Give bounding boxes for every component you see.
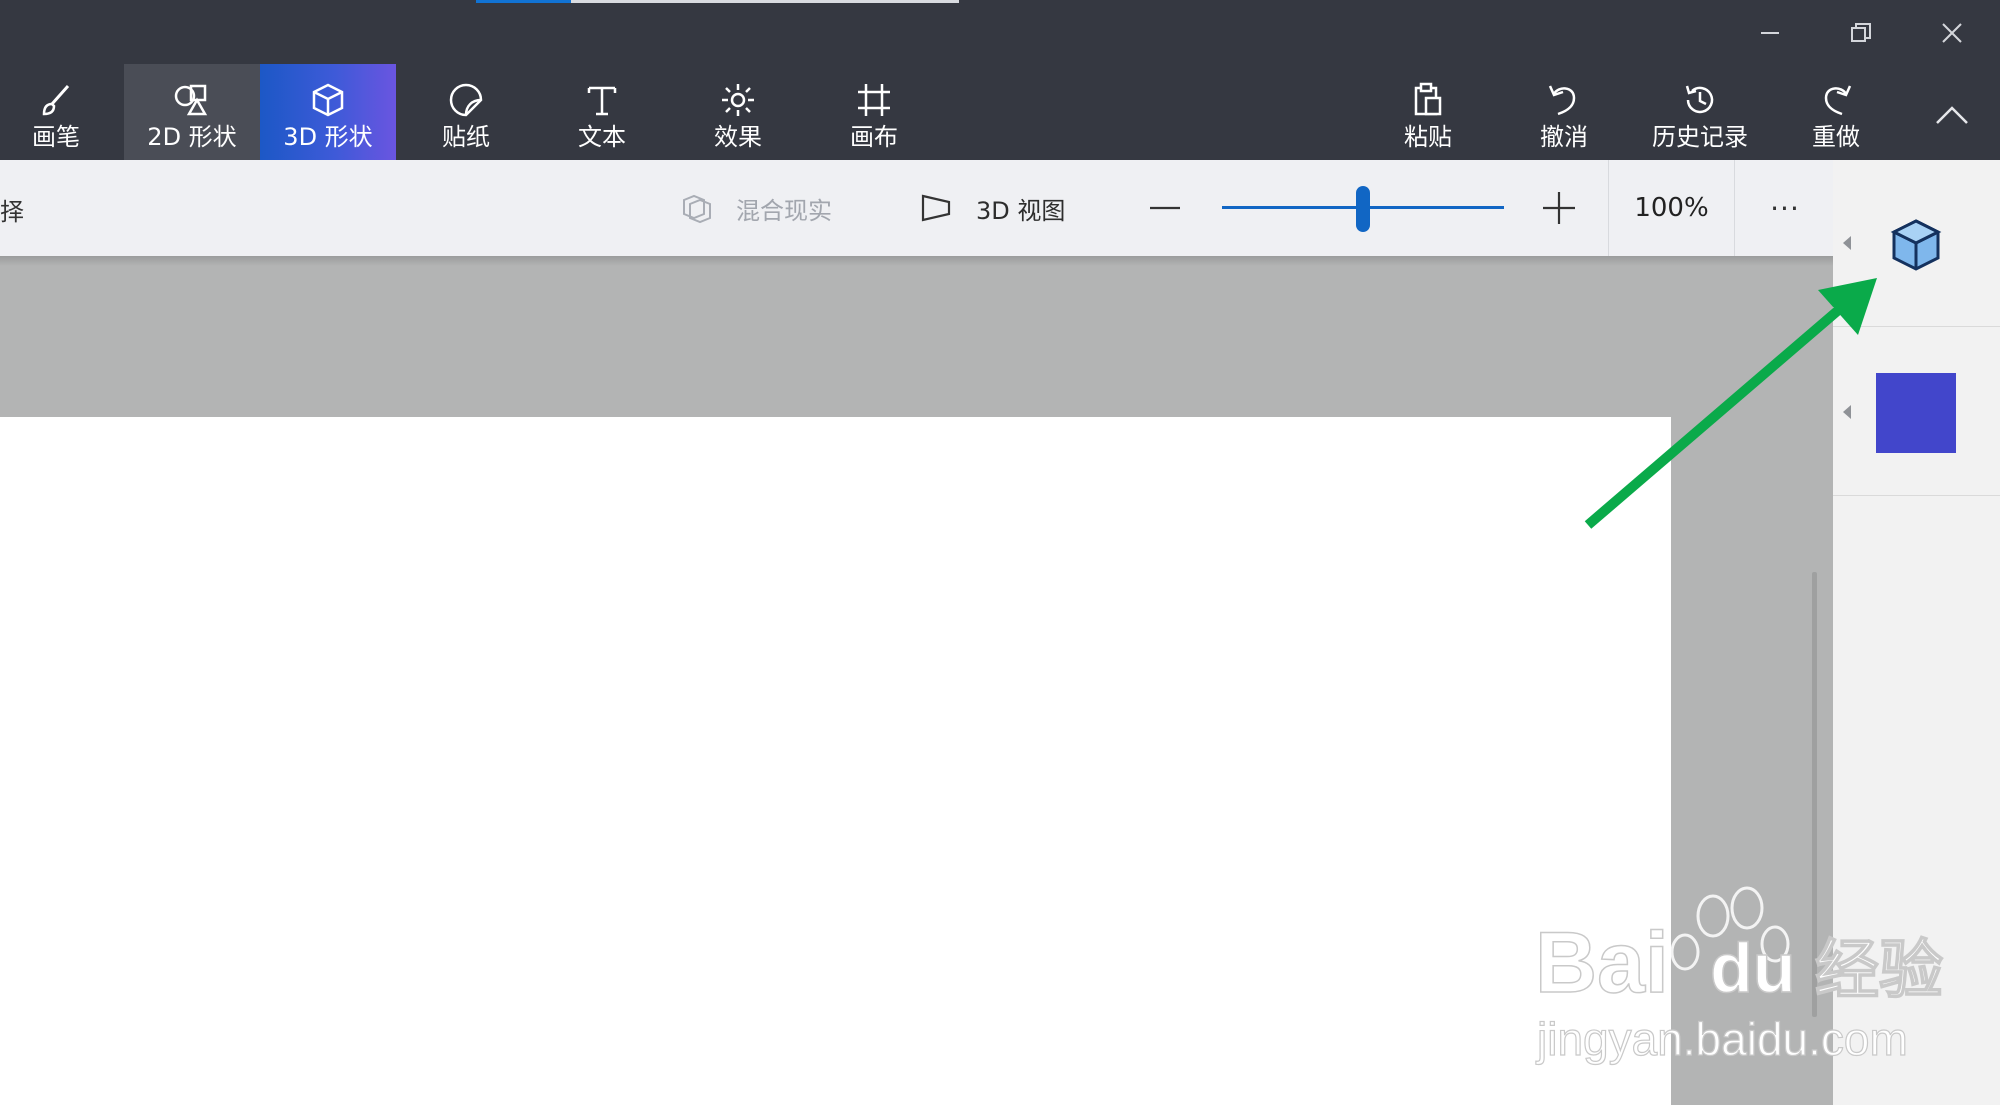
brush-icon [36,80,76,120]
svg-text:du: du [1710,929,1796,1007]
svg-text:jingyan.baidu.com: jingyan.baidu.com [1535,1013,1908,1065]
toolbar-shadow [0,256,1833,266]
tool-sticker[interactable]: 贴纸 [406,64,526,160]
clipboard-icon [1408,80,1448,120]
sun-icon [718,80,758,120]
collapse-ribbon-button[interactable] [1917,92,1987,137]
redo-label: 重做 [1812,123,1860,151]
undo-label: 撤消 [1540,123,1588,151]
tool-effects-label: 效果 [714,123,762,151]
perspective-icon [921,194,951,222]
minus-icon [1150,206,1180,210]
view-3d-label: 3D 视图 [976,196,1066,225]
select-label-fragment[interactable]: 择 [0,192,24,227]
tool-canvas-label: 画布 [850,123,898,151]
svg-text:Bai: Bai [1535,915,1669,1011]
undo-icon [1544,80,1584,120]
tool-2d-shapes-label: 2D 形状 [147,123,237,151]
history-label: 历史记录 [1652,123,1748,151]
crop-icon [854,80,894,120]
minimize-icon [1761,31,1779,34]
sticker-icon [446,80,486,120]
paste-label: 粘贴 [1404,123,1452,151]
plus-icon [1543,192,1575,224]
close-button[interactable] [1917,10,1987,55]
tool-3d-shapes-label: 3D 形状 [283,123,373,151]
color-swatch[interactable] [1876,373,1956,453]
3d-cube-icon [1890,219,1942,271]
tool-brush-label: 画笔 [32,123,80,151]
history-icon [1680,80,1720,120]
text-icon [582,80,622,120]
mixed-reality-label: 混合现实 [736,196,832,225]
zoom-slider-thumb[interactable] [1356,186,1370,232]
3d-cube-panel-button[interactable] [1886,215,1946,275]
baidu-jingyan-watermark: Bai du 经验 jingyan.baidu.com [1535,886,1944,1066]
undo-button[interactable]: 撤消 [1504,64,1624,160]
tool-effects[interactable]: 效果 [678,64,798,160]
paste-button[interactable]: 粘贴 [1368,64,1488,160]
loading-bar-segment [476,0,571,3]
svg-text:经验: 经验 [1815,934,1943,1008]
2d-shapes-icon [172,80,212,120]
more-options-button[interactable]: ··· [1760,186,1810,230]
tool-sticker-label: 贴纸 [442,123,490,151]
close-icon [1942,22,1962,43]
tool-3d-shapes[interactable]: 3D 形状 [260,64,396,160]
chevron-up-icon [1936,105,1968,124]
tool-text-label: 文本 [578,123,626,151]
minimize-button[interactable] [1735,10,1805,55]
history-button[interactable]: 历史记录 [1640,64,1760,160]
3d-cube-icon [308,80,348,120]
zoom-in-button[interactable] [1534,186,1584,230]
mixed-reality-icon [683,194,711,224]
redo-icon [1816,80,1856,120]
zoom-out-button[interactable] [1140,186,1190,230]
loading-bar-track [571,0,959,3]
zoom-percentage[interactable]: 100% [1608,160,1735,256]
tool-canvas[interactable]: 画布 [814,64,934,160]
green-annotation-arrow [1584,278,1877,529]
mixed-reality-button[interactable]: 混合现实 [680,186,832,230]
tool-brush[interactable]: 画笔 [0,64,116,160]
tool-text[interactable]: 文本 [542,64,662,160]
restore-icon [1851,22,1871,42]
restore-button[interactable] [1826,10,1896,55]
tool-2d-shapes[interactable]: 2D 形状 [124,64,260,160]
view-3d-button[interactable]: 3D 视图 [920,186,1065,230]
caret-left-icon[interactable] [1843,236,1851,250]
drawing-canvas[interactable] [0,417,1671,1105]
redo-button[interactable]: 重做 [1776,64,1896,160]
